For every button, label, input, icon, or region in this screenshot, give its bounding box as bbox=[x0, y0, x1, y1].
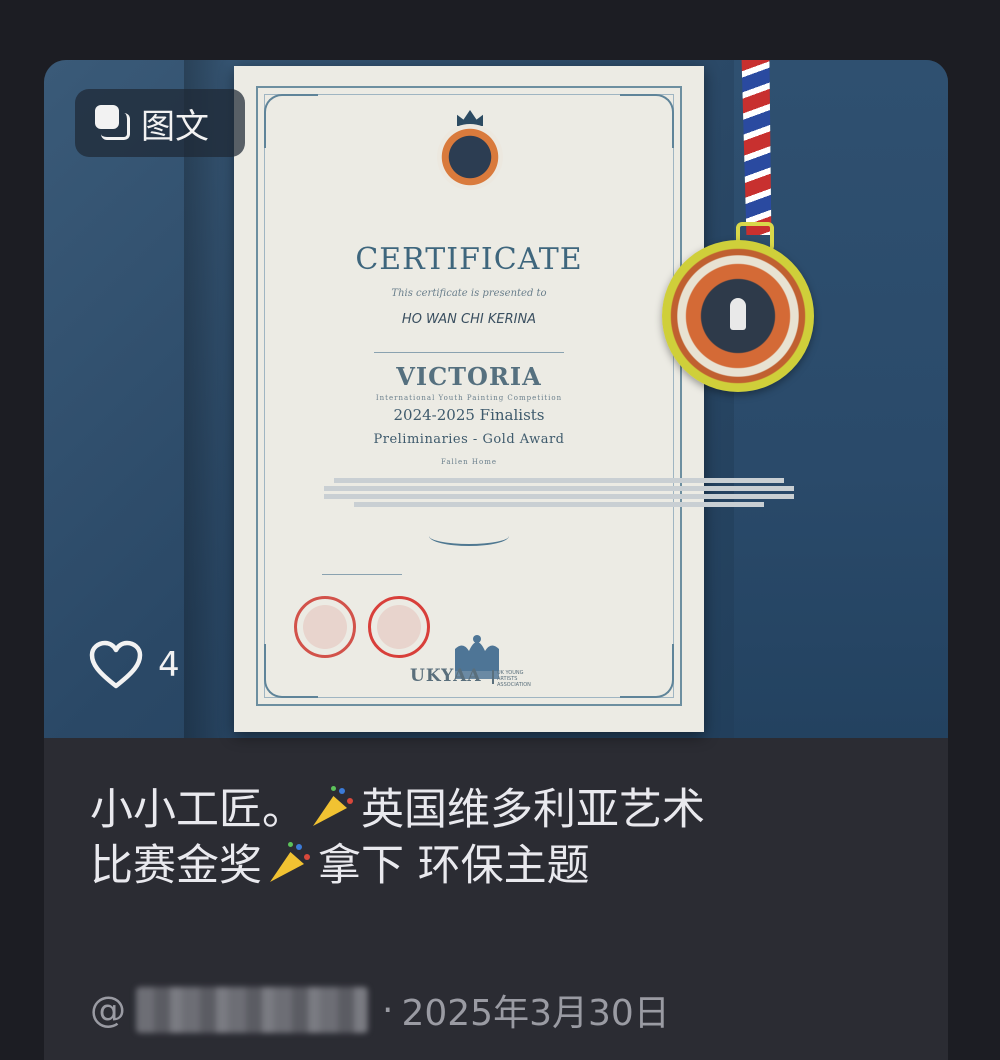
red-seal-stamp bbox=[294, 596, 356, 658]
post-title[interactable]: 小小工匠。 英国维多利亚艺术 比赛金奖 拿下 环保主题 bbox=[90, 782, 910, 894]
meta-separator: · bbox=[382, 989, 394, 1031]
stacked-pages-icon bbox=[93, 103, 133, 143]
title-text: 小小工匠。 bbox=[90, 785, 305, 835]
author-name-blurred[interactable] bbox=[136, 987, 368, 1033]
party-popper-icon bbox=[309, 786, 357, 830]
title-text: 英国维多利亚艺术 bbox=[361, 785, 705, 835]
certificate-presented-to: This certificate is presented to bbox=[391, 288, 547, 299]
ukyaa-subtitle: UK YOUNG ARTISTS ASSOCIATION bbox=[492, 670, 541, 688]
post-date: 2025年3月30日 bbox=[401, 993, 670, 1034]
certificate-finalists: 2024-2025 Finalists bbox=[393, 406, 545, 424]
party-popper-icon bbox=[266, 842, 314, 886]
post-image[interactable]: CERTIFICATE This certificate is presente… bbox=[44, 60, 948, 738]
badge-label: 图文 bbox=[141, 106, 209, 147]
like-count: 4 bbox=[158, 645, 180, 685]
certificate-award: Preliminaries - Gold Award bbox=[373, 432, 565, 447]
title-text: 比赛金奖 bbox=[90, 841, 262, 891]
certificate-heading: CERTIFICATE bbox=[355, 242, 583, 277]
ukyaa-logo: UKYAA bbox=[410, 666, 482, 686]
certificate-body-text bbox=[234, 478, 884, 510]
ornament bbox=[429, 526, 509, 546]
medal-bust-icon bbox=[730, 298, 746, 330]
certificate: CERTIFICATE This certificate is presente… bbox=[234, 66, 794, 732]
heart-outline-icon[interactable] bbox=[88, 640, 144, 690]
victoria-logo bbox=[437, 124, 503, 190]
certificate-org: VICTORIA bbox=[396, 362, 542, 391]
certificate-artwork: Fallen Home bbox=[440, 458, 497, 466]
content-type-badge: 图文 bbox=[75, 89, 245, 157]
title-text: 拿下 环保主题 bbox=[318, 841, 590, 891]
post-card[interactable]: CERTIFICATE This certificate is presente… bbox=[44, 60, 948, 1060]
victoria-seal-stamp bbox=[368, 596, 430, 658]
author-at-symbol: @ bbox=[90, 989, 126, 1031]
post-meta: @ · 2025年3月30日 bbox=[90, 984, 670, 1036]
like-button[interactable]: 4 bbox=[88, 640, 180, 690]
certificate-recipient: HO WAN CHI KERINA bbox=[401, 312, 537, 327]
certificate-competition: International Youth Painting Competition bbox=[375, 394, 563, 402]
